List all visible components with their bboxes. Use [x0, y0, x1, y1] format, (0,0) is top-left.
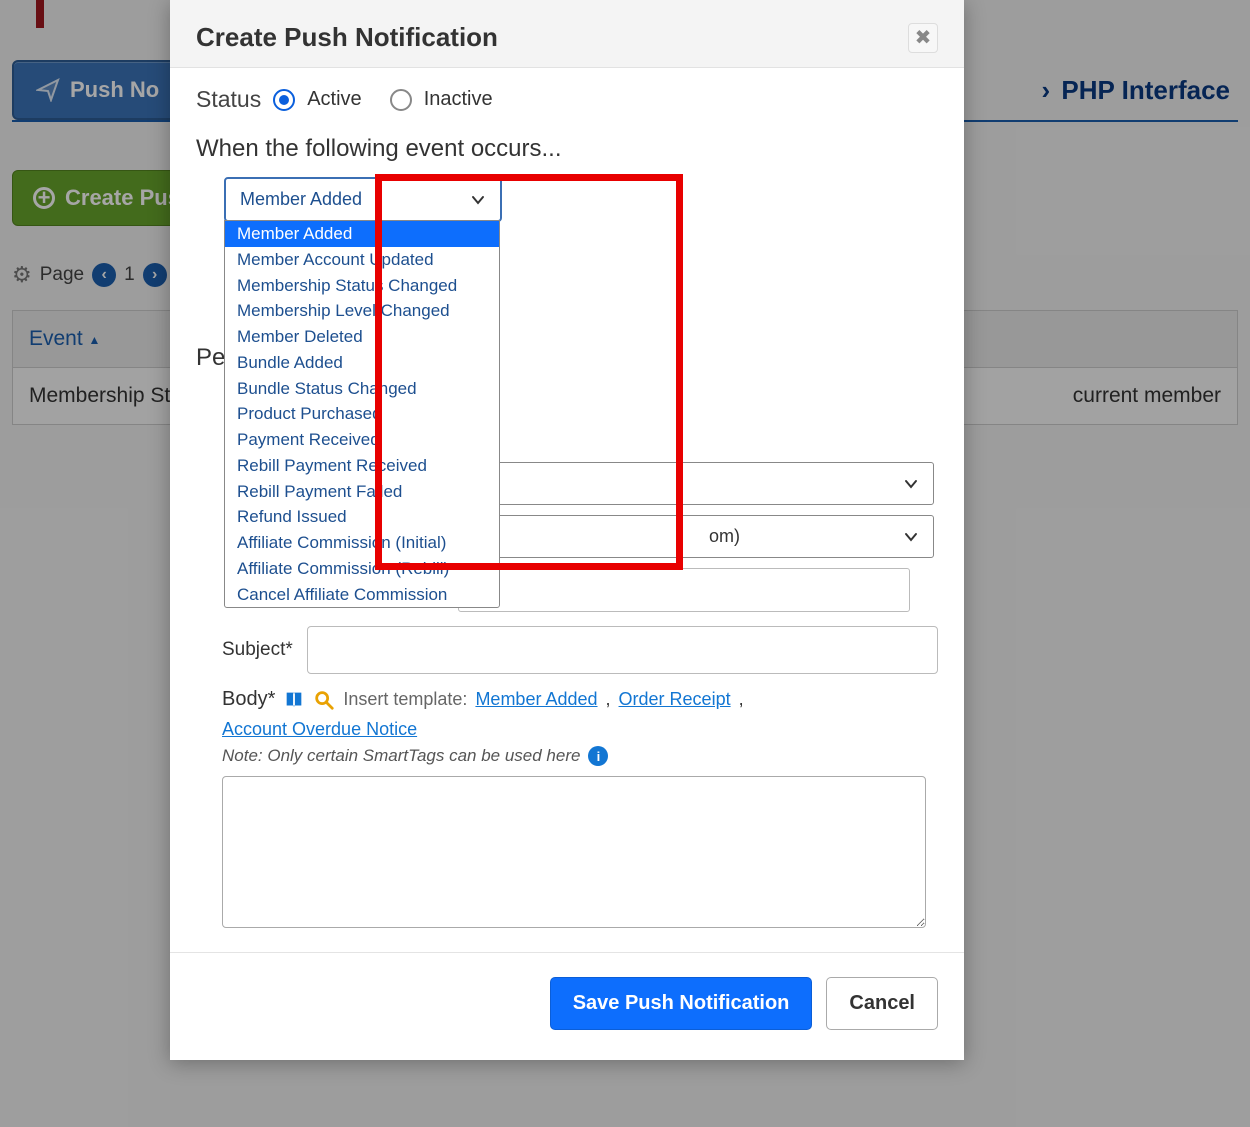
event-option[interactable]: Cancel Affiliate Commission — [225, 582, 499, 608]
status-inactive-label: Inactive — [424, 88, 493, 111]
event-select-value: Member Added — [240, 189, 362, 210]
book-icon[interactable] — [283, 689, 305, 711]
event-option[interactable]: Product Purchased — [225, 401, 499, 427]
event-section-heading: When the following event occurs... — [196, 135, 938, 163]
modal-title: Create Push Notification — [196, 22, 498, 53]
push-notifications-tab[interactable]: Push No — [12, 60, 183, 120]
modal-header: Create Push Notification ✖ — [170, 0, 964, 68]
subject-label: Subject* — [222, 639, 293, 661]
note-text: Note: Only certain SmartTags can be used… — [222, 746, 580, 766]
insert-template-label: Insert template: — [343, 689, 467, 710]
status-active-label: Active — [307, 88, 361, 111]
event-option[interactable]: Rebill Payment Received — [225, 453, 499, 479]
event-dropdown[interactable]: Member AddedMember Account UpdatedMember… — [224, 220, 500, 608]
event-option[interactable]: Member Added — [225, 221, 499, 247]
status-inactive-radio[interactable] — [390, 89, 412, 111]
cc-input[interactable] — [458, 568, 910, 612]
event-select[interactable]: Member Added — [224, 177, 502, 222]
event-option[interactable]: Member Account Updated — [225, 247, 499, 273]
plus-circle-icon: + — [33, 187, 55, 209]
row-event-text: Membership Sta — [29, 384, 182, 408]
event-option[interactable]: Affiliate Commission (Initial) — [225, 530, 499, 556]
chevron-down-icon — [903, 529, 919, 545]
chevron-right-icon: › — [1042, 75, 1051, 105]
create-push-modal: Create Push Notification ✖ Status Active… — [170, 0, 964, 1060]
event-option[interactable]: Payment Received — [225, 427, 499, 453]
body-textarea[interactable] — [222, 776, 926, 928]
event-option[interactable]: Bundle Added — [225, 350, 499, 376]
event-option[interactable]: Affiliate Commission (Rebill) — [225, 556, 499, 582]
close-button[interactable]: ✖ — [908, 23, 938, 53]
php-link-label: PHP Interface — [1061, 75, 1230, 105]
page-next-icon[interactable]: › — [143, 263, 167, 287]
body-label-row: Body* Insert template: Member Added, Ord… — [222, 688, 938, 740]
cancel-button-label: Cancel — [849, 992, 915, 1014]
smarttags-note: Note: Only certain SmartTags can be used… — [222, 746, 938, 766]
body-label: Body* — [222, 688, 275, 711]
sort-asc-icon: ▲ — [89, 333, 101, 347]
event-option[interactable]: Membership Level Changed — [225, 298, 499, 324]
subject-input[interactable] — [307, 626, 938, 674]
template-link-order-receipt[interactable]: Order Receipt — [619, 689, 731, 710]
status-row: Status Active Inactive — [196, 86, 938, 113]
accent-bar — [36, 0, 44, 28]
subject-row: Subject* — [222, 626, 938, 674]
chevron-down-icon — [903, 476, 919, 492]
row-event-right: current member — [1073, 384, 1221, 408]
gear-icon[interactable]: ⚙ — [12, 262, 32, 288]
php-interface-link[interactable]: › PHP Interface — [1034, 60, 1239, 121]
event-option[interactable]: Rebill Payment Failed — [225, 479, 499, 505]
event-option[interactable]: Membership Status Changed — [225, 273, 499, 299]
save-button-label: Save Push Notification — [573, 992, 790, 1014]
push-tab-label: Push No — [70, 77, 159, 103]
status-active-radio[interactable] — [273, 89, 295, 111]
modal-body: Status Active Inactive When the followin… — [170, 68, 964, 952]
cancel-button[interactable]: Cancel — [826, 977, 938, 1030]
template-link-member-added[interactable]: Member Added — [475, 689, 597, 710]
info-icon[interactable]: i — [588, 746, 608, 766]
perform-section-heading: Pe — [196, 344, 225, 372]
chevron-down-icon — [470, 192, 486, 208]
event-option[interactable]: Member Deleted — [225, 324, 499, 350]
save-button[interactable]: Save Push Notification — [550, 977, 813, 1030]
search-icon[interactable] — [313, 689, 335, 711]
from-select-value: om) — [709, 526, 740, 547]
page-label: Page — [40, 264, 84, 286]
close-icon: ✖ — [915, 25, 932, 50]
event-option[interactable]: Refund Issued — [225, 504, 499, 530]
modal-footer: Save Push Notification Cancel — [170, 952, 964, 1060]
page-number: 1 — [124, 264, 135, 286]
event-select-wrap: Member Added Member AddedMember Account … — [224, 177, 502, 222]
status-label: Status — [196, 86, 261, 113]
event-option[interactable]: Bundle Status Changed — [225, 376, 499, 402]
paper-plane-icon — [36, 78, 60, 102]
page-prev-icon[interactable]: ‹ — [92, 263, 116, 287]
template-link-overdue[interactable]: Account Overdue Notice — [222, 719, 417, 740]
pagination-row: ⚙ Page ‹ 1 › o — [12, 262, 185, 288]
column-event-label: Event — [29, 327, 83, 350]
